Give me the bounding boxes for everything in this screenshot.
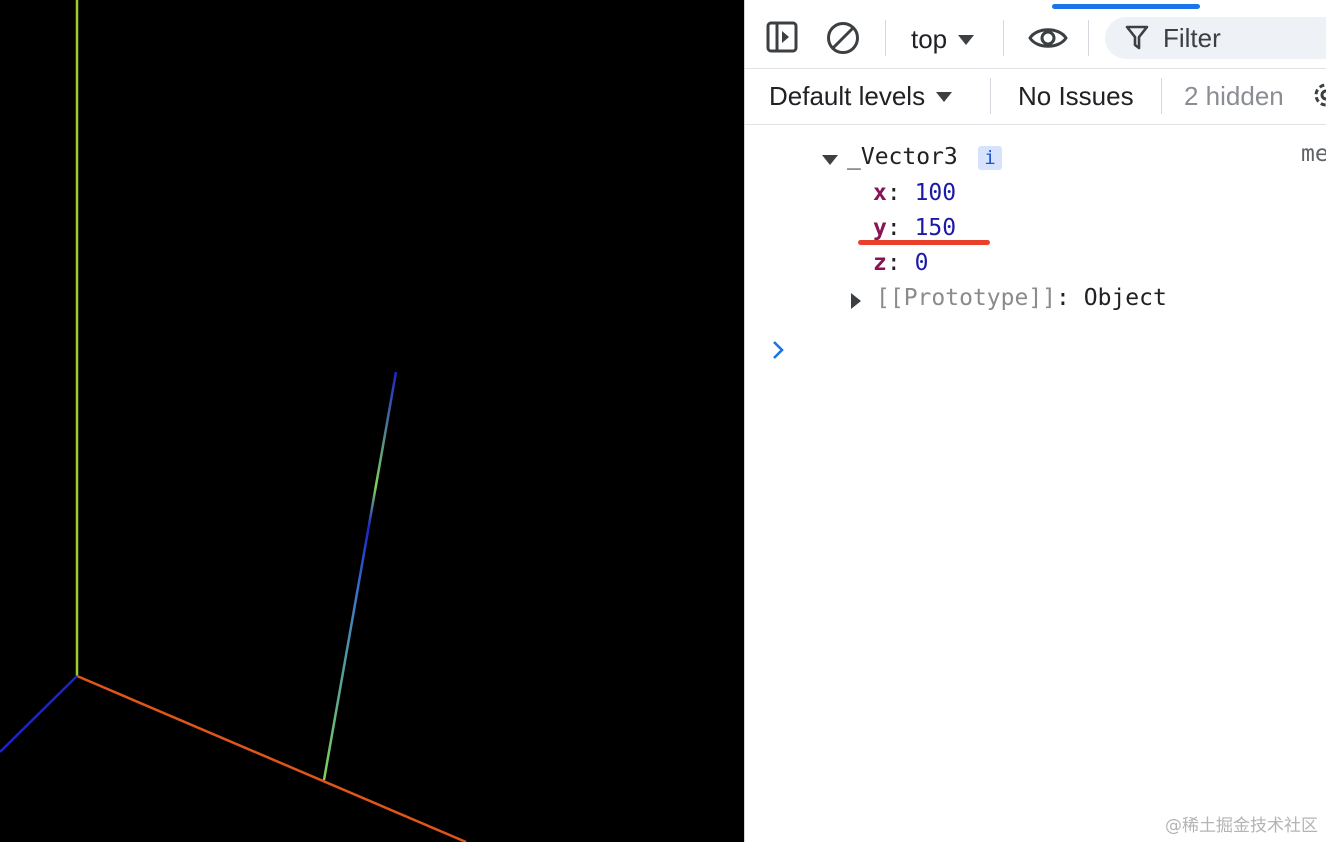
prototype-value: Object (1083, 285, 1167, 311)
issues-label: No Issues (1018, 81, 1134, 111)
filter-icon (1125, 25, 1149, 51)
property-row: y: 150 (873, 215, 957, 241)
property-key: x (873, 180, 887, 206)
collapse-object-icon[interactable] (822, 155, 838, 165)
levels-dropdown-label: Default levels (769, 81, 926, 111)
watermark: @稀土掘金技术社区 (1165, 816, 1318, 836)
toolbar-separator (990, 78, 991, 114)
sidebar-toggle-icon[interactable] (765, 20, 799, 54)
filter-box[interactable] (1105, 17, 1326, 59)
property-value: 100 (914, 180, 957, 206)
toolbar-separator (885, 20, 886, 56)
issues-button[interactable]: No Issues (1018, 83, 1134, 109)
context-selector-label: top (911, 24, 948, 54)
active-tab-indicator (1052, 4, 1200, 9)
property-key: y (873, 215, 887, 241)
hidden-label: 2 hidden (1184, 81, 1284, 111)
chevron-down-icon (958, 35, 975, 45)
toolbar-divider (745, 124, 1326, 125)
x-axis-line (76, 674, 467, 842)
z-axis-line (0, 675, 78, 753)
eye-icon[interactable] (1027, 22, 1069, 54)
toolbar-separator (1088, 20, 1089, 56)
property-key: z (873, 250, 887, 276)
axes-scene (0, 0, 467, 842)
annotation-underline (858, 240, 990, 245)
toolbar-separator (1161, 78, 1162, 114)
vector-line (322, 371, 398, 781)
property-row: z: 0 (873, 250, 929, 276)
source-link[interactable]: me (1301, 143, 1326, 166)
chevron-right-icon (773, 341, 784, 359)
object-name[interactable]: _Vector3 (847, 146, 958, 169)
toolbar-divider (745, 68, 1326, 69)
chevron-down-icon (936, 92, 953, 102)
console-prompt[interactable] (771, 340, 785, 365)
levels-dropdown[interactable]: Default levels (769, 81, 953, 111)
property-value: 150 (914, 215, 957, 241)
three-canvas[interactable] (0, 0, 744, 842)
filter-input[interactable] (1163, 22, 1323, 54)
hidden-messages-count: 2 hidden (1184, 83, 1284, 109)
prototype-row[interactable]: [[Prototype]]: Object (876, 287, 1167, 310)
context-selector[interactable]: top (911, 24, 975, 54)
property-value: 0 (914, 250, 929, 276)
gear-icon[interactable] (1311, 80, 1326, 110)
prototype-label: [[Prototype]] (876, 285, 1057, 311)
info-badge[interactable]: i (978, 146, 1002, 170)
toolbar-separator (1003, 20, 1004, 56)
property-row: x: 100 (873, 180, 957, 206)
clear-console-icon[interactable] (825, 20, 861, 56)
devtools-console-panel: top Default levels No Issues 2 hidden (744, 0, 1326, 842)
expand-prototype-icon[interactable] (851, 293, 861, 309)
